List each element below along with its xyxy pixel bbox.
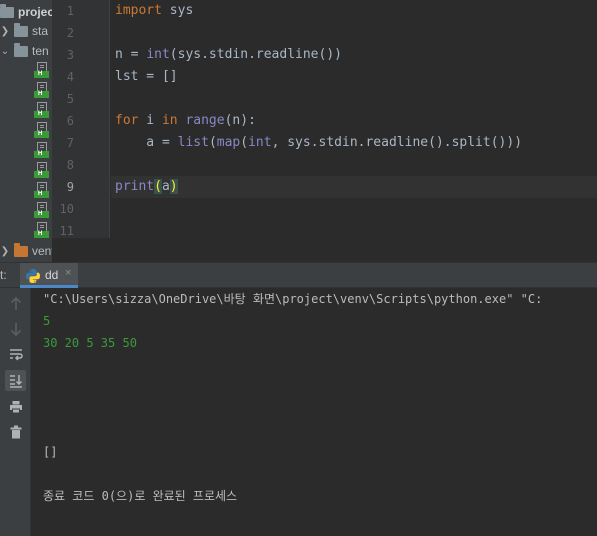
line-number: 2: [66, 26, 74, 40]
line-number: 7: [66, 136, 74, 150]
run-label: t:: [0, 268, 7, 282]
python-file-icon[interactable]: H: [34, 202, 50, 218]
python-file-icon[interactable]: H: [34, 222, 50, 238]
code-line-1[interactable]: import sys: [115, 0, 193, 22]
down-arrow-icon[interactable]: [5, 318, 26, 339]
python-file-icon[interactable]: H: [34, 162, 50, 178]
code-text: a: [161, 179, 170, 194]
python-file-icon[interactable]: H: [34, 122, 50, 138]
python-file-icon[interactable]: H: [34, 102, 50, 118]
code-text: , sys.stdin.readline().split())): [271, 135, 523, 150]
code-text: a =: [115, 135, 178, 150]
print-icon[interactable]: [5, 396, 26, 417]
code-text: n =: [115, 47, 147, 62]
tree-item-project-root[interactable]: projec: [0, 2, 52, 22]
console-output-line: []: [43, 445, 58, 459]
python-file-icon[interactable]: H: [34, 62, 50, 78]
builtin: map: [216, 135, 241, 150]
editor-bottom-strip: [52, 238, 597, 262]
line-number: 10: [59, 202, 74, 216]
console-exit-message: 종료 코드 0(으)로 완료된 프로세스: [43, 489, 238, 503]
chevron-right-icon[interactable]: ❯: [0, 26, 10, 37]
trash-icon[interactable]: [5, 421, 26, 442]
console-input-line: 30 20 5 35 50: [43, 336, 137, 350]
keyword: import: [115, 3, 162, 18]
line-number: 3: [66, 48, 74, 62]
code-text: sys: [161, 3, 194, 18]
code-editor[interactable]: import sys n = int(sys.stdin.readline())…: [111, 0, 597, 238]
code-text: (: [240, 135, 249, 150]
python-file-icon[interactable]: H: [34, 182, 50, 198]
run-tool-window-header: t: dd ×: [0, 262, 597, 288]
run-console-output[interactable]: "C:\Users\sizza\OneDrive\바탕 화면\project\v…: [31, 288, 597, 536]
line-number: 8: [66, 158, 74, 172]
up-arrow-icon[interactable]: [5, 293, 26, 314]
tree-item-label: venv: [32, 244, 52, 258]
code-text: (n):: [224, 113, 256, 128]
builtin: int: [248, 135, 272, 150]
run-toolbar: [0, 288, 31, 536]
python-file-icon[interactable]: H: [34, 142, 50, 158]
code-line-9[interactable]: print(a): [115, 176, 178, 198]
python-file-icon[interactable]: H: [34, 82, 50, 98]
code-line-6[interactable]: for i in range(n):: [115, 110, 256, 132]
tree-item-venv[interactable]: ❯ venv: [0, 241, 52, 261]
chevron-right-icon[interactable]: ❯: [0, 246, 10, 257]
keyword: for: [115, 113, 139, 128]
run-tab[interactable]: dd ×: [20, 263, 78, 288]
line-number: 1: [66, 4, 74, 18]
builtin: int: [146, 47, 170, 62]
python-icon: [26, 269, 40, 283]
chevron-down-icon[interactable]: ⌄: [0, 46, 10, 57]
matched-paren: (: [154, 179, 162, 194]
soft-wrap-icon[interactable]: [5, 344, 26, 365]
keyword: in: [161, 113, 178, 128]
close-icon[interactable]: ×: [65, 267, 71, 279]
code-text: (sys.stdin.readline()): [169, 47, 342, 62]
line-number: 4: [66, 70, 74, 84]
code-line-4[interactable]: lst = []: [115, 66, 178, 88]
code-text: i: [138, 113, 162, 128]
tree-item-sta[interactable]: ❯ sta: [0, 21, 48, 41]
builtin: print: [115, 179, 155, 194]
folder-icon: [0, 3, 14, 18]
line-number: 6: [66, 114, 74, 128]
tree-item-label: ten: [32, 44, 49, 58]
line-number-current: 9: [66, 180, 74, 194]
code-line-3[interactable]: n = int(sys.stdin.readline()): [115, 44, 342, 66]
builtin: range: [185, 113, 225, 128]
builtin: list: [177, 135, 209, 150]
folder-icon: [14, 242, 28, 257]
code-line-7[interactable]: a = list(map(int, sys.stdin.readline().s…: [115, 132, 522, 154]
tree-item-ten[interactable]: ⌄ ten: [0, 41, 49, 61]
console-command-line: "C:\Users\sizza\OneDrive\바탕 화면\project\v…: [43, 292, 543, 306]
code-text: (: [208, 135, 217, 150]
code-text: lst = []: [115, 69, 178, 84]
current-line-highlight: [111, 176, 597, 198]
console-input-line: 5: [43, 314, 51, 328]
project-tree-panel: projec ❯ sta ⌄ ten H H H H H H H H H ❯ v…: [0, 0, 52, 262]
line-number-gutter: 1 2 3 4 5 6 7 8 9 10 11: [52, 0, 110, 238]
folder-icon: [14, 42, 28, 57]
folder-icon: [14, 22, 28, 37]
line-number: 5: [66, 92, 74, 106]
tree-item-label: projec: [18, 5, 52, 19]
matched-paren: ): [169, 179, 178, 194]
scroll-to-end-icon[interactable]: [5, 370, 26, 391]
run-tab-label: dd: [45, 268, 59, 282]
tree-item-label: sta: [32, 24, 49, 38]
